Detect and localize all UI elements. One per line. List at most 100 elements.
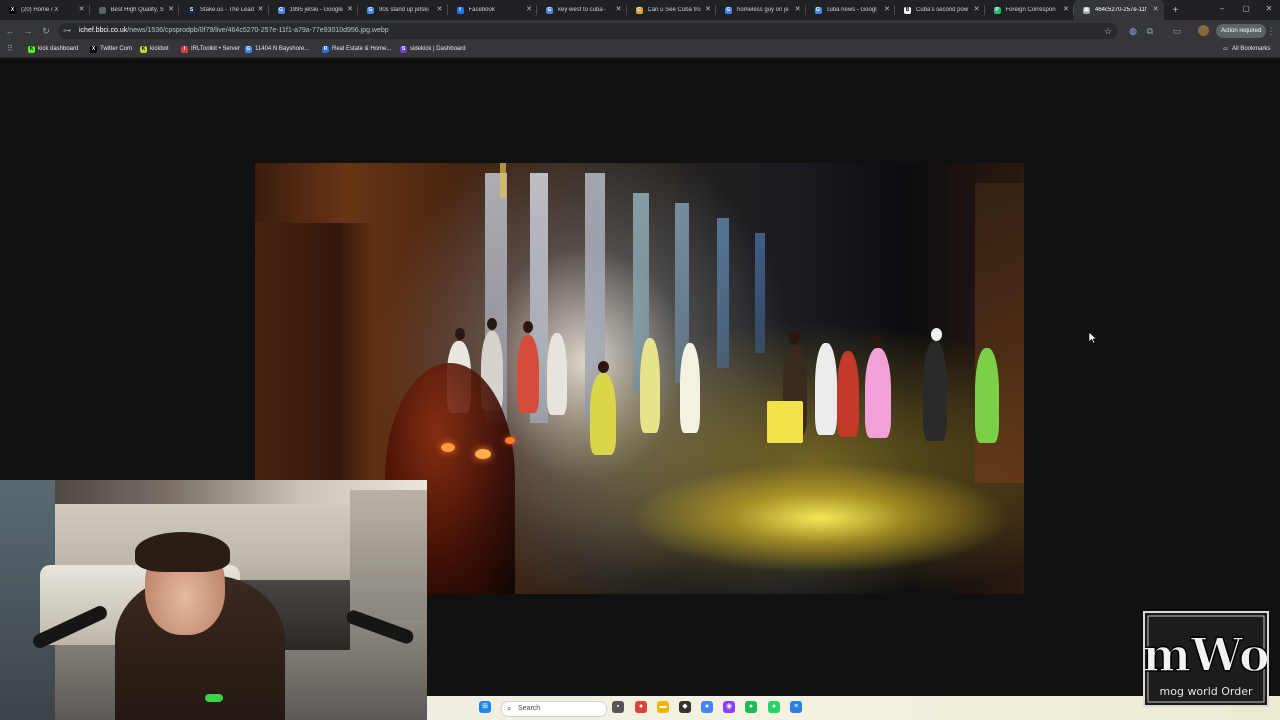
image-icon: ▣ (1083, 6, 1090, 14)
back-icon[interactable]: ← (4, 25, 16, 37)
action-required-button[interactable]: Action required (1216, 24, 1267, 38)
bookmark-label: IRLToolkit • Server (191, 46, 241, 52)
green-wristband (205, 694, 223, 702)
bookmark-item[interactable]: G 11404 N Bayshore... (245, 44, 309, 55)
person-head (523, 321, 533, 333)
globe-icon (98, 6, 106, 14)
bookmark-item[interactable]: I IRLToolkit • Server (181, 44, 240, 55)
browser-tab[interactable]: S Stake.us - The Lead ✕ (179, 0, 269, 20)
spotify-icon[interactable]: ● (745, 701, 757, 713)
windows-start-icon[interactable]: ⊞ (479, 701, 491, 713)
tab-close-icon[interactable]: ✕ (884, 5, 890, 15)
bookmark-label: kickbot (150, 46, 169, 52)
tab-close-icon[interactable]: ✕ (258, 5, 264, 15)
lens-flare (505, 437, 515, 444)
person-head (871, 335, 882, 348)
notepad-icon[interactable]: ≡ (790, 701, 802, 713)
folder-icon[interactable]: ▬ (657, 701, 669, 713)
tab-title: 1995 jetski - Google (289, 7, 343, 13)
folder-icon: ▭ (1223, 46, 1228, 52)
browser-tab[interactable]: Ghomeless guy on je ✕ (716, 0, 806, 20)
whatsapp-icon[interactable]: ● (768, 701, 780, 713)
tab-close-icon[interactable]: ✕ (79, 5, 85, 15)
forward-icon[interactable]: → (22, 25, 34, 37)
person (680, 343, 700, 433)
person (865, 348, 891, 438)
browser-tab[interactable]: ▣ 464c5270-257e-11f ✕ (1074, 0, 1164, 20)
search-icon: ⌕ (507, 704, 512, 713)
browser-tab[interactable]: C Can u See Cuba fro ✕ (627, 0, 716, 20)
kick-icon: K (28, 46, 35, 53)
bookmark-item[interactable]: Kkickbot (140, 44, 169, 55)
tab-close-icon[interactable]: ✕ (616, 5, 622, 15)
chrome-icon[interactable]: ● (635, 701, 647, 713)
browser-tab[interactable]: X (20) Home / X ✕ (0, 0, 90, 20)
browser-toolbar: ← → ↻ ⊶ ichef.bbci.co.uk/news/1536/cpspr… (0, 20, 1280, 42)
site-info-icon[interactable]: ⊶ (63, 25, 71, 37)
browser-tab[interactable]: Gcuba news - Googl ✕ (806, 0, 895, 20)
bookmark-item[interactable]: Ssidekick | Dashboard (400, 44, 466, 55)
bookmark-item[interactable]: X Twitter Com (90, 44, 132, 55)
wall (350, 490, 427, 620)
watermark-logo: mWo mog world Order (1143, 611, 1269, 707)
side-panel-icon[interactable]: ▭ (1171, 25, 1183, 37)
menu-icon[interactable]: ⋮ (1265, 25, 1277, 37)
tab-close-icon[interactable]: ✕ (437, 5, 443, 15)
bookmarks-bar: ⠿ Kkick dashboard X Twitter Com Kkickbot I IR… (0, 42, 1280, 58)
messenger-icon[interactable]: ◉ (723, 701, 735, 713)
tab-close-icon[interactable]: ✕ (1063, 5, 1069, 15)
reload-icon[interactable]: ↻ (40, 25, 52, 37)
tab-close-icon[interactable]: ✕ (1153, 5, 1159, 15)
app-icon[interactable]: ◆ (679, 701, 691, 713)
browser-tab[interactable]: Gkey west to cuba - ✕ (537, 0, 627, 20)
url-domain: ichef.bbci.co.uk (79, 27, 128, 34)
tab-title: Facebook (468, 7, 495, 13)
apps-grid-icon[interactable]: ⠿ (4, 43, 16, 55)
bookmark-item[interactable]: R Real Estate & Home... (322, 44, 391, 55)
browser-tab[interactable]: G 1995 jetski - Google ✕ (269, 0, 358, 20)
bookmark-label: 11404 N Bayshore... (255, 46, 310, 52)
url-text: ichef.bbci.co.uk/news/1536/cpsprodpb/0f7… (79, 25, 389, 37)
lens-flare (441, 443, 455, 452)
address-bar[interactable]: ⊶ ichef.bbci.co.uk/news/1536/cpsprodpb/0… (58, 23, 1118, 39)
google-icon: G (814, 6, 822, 14)
taskbar-search[interactable]: ⌕ Search (501, 701, 607, 717)
person-hair (135, 532, 230, 572)
tab-close-icon[interactable]: ✕ (168, 5, 174, 15)
chrome-icon[interactable]: ● (701, 701, 713, 713)
file-icon[interactable]: ▪ (612, 701, 624, 713)
tab-close-icon[interactable]: ✕ (347, 5, 353, 15)
profile-avatar[interactable] (1198, 25, 1209, 36)
maximize-button[interactable]: ▢ (1240, 4, 1252, 13)
browser-tab[interactable]: B Cuba's second pow ✕ (895, 0, 985, 20)
watermark-graphic: mWo mog world Order (1145, 615, 1267, 703)
all-bookmarks-button[interactable]: ▭ All Bookmarks (1222, 44, 1270, 55)
bbc-icon: B (904, 6, 911, 14)
lens-flare (475, 449, 491, 459)
tab-title: 90s stand up jetski (379, 7, 429, 13)
person-head (487, 318, 497, 330)
audio-icon[interactable]: ◍ (1127, 25, 1139, 37)
stake-icon: S (188, 6, 195, 14)
watermark-sub: mog world Order (1160, 685, 1253, 698)
bookmark-item[interactable]: Kkick dashboard (28, 44, 78, 55)
tab-close-icon[interactable]: ✕ (795, 5, 801, 15)
browser-tab[interactable]: f Facebook ✕ (448, 0, 537, 20)
close-window-button[interactable]: ✕ (1263, 4, 1275, 13)
new-tab-button[interactable]: + (1168, 5, 1184, 16)
browser-tab[interactable]: Best High Quality, S ✕ (90, 0, 179, 20)
person (640, 338, 660, 433)
facebook-icon: f (456, 6, 464, 14)
tab-close-icon[interactable]: ✕ (705, 5, 711, 15)
browser-tab[interactable]: P Foreign Correspon ✕ (985, 0, 1074, 20)
x-logo-icon: X (9, 6, 16, 14)
extensions-icon[interactable]: ⧉ (1144, 25, 1156, 37)
tab-close-icon[interactable]: ✕ (974, 5, 980, 15)
webcam-overlay (0, 480, 427, 720)
bookmark-star-icon[interactable]: ☆ (1104, 25, 1112, 37)
tab-close-icon[interactable]: ✕ (526, 5, 532, 15)
mouse-cursor-icon (1089, 332, 1097, 344)
browser-tab[interactable]: G 90s stand up jetski ✕ (358, 0, 448, 20)
person-head (789, 331, 800, 344)
minimize-button[interactable]: – (1216, 4, 1228, 13)
